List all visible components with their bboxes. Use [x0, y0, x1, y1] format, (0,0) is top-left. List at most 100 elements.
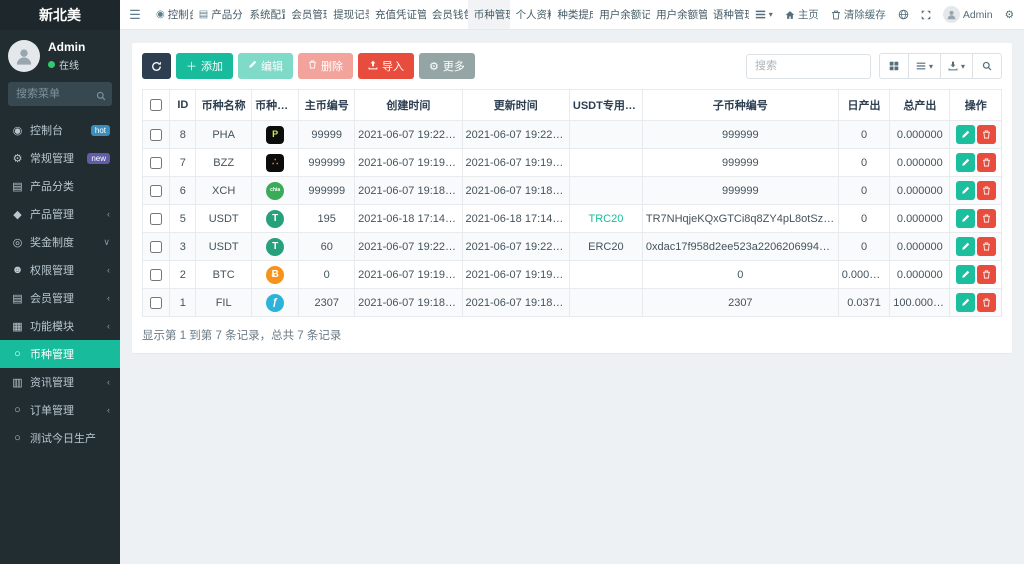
- row-delete-button[interactable]: [977, 265, 996, 284]
- row-checkbox[interactable]: [150, 157, 162, 169]
- usdt-type-cell[interactable]: TRC20: [569, 205, 642, 233]
- sidebar-item-console[interactable]: ◉控制台hot: [0, 116, 120, 144]
- created-time-cell: 2021-06-18 17:14:59: [355, 205, 462, 233]
- user-menu[interactable]: Admin: [937, 0, 999, 30]
- sidebar-item-product[interactable]: ◆产品管理‹: [0, 200, 120, 228]
- table-search-input[interactable]: [746, 54, 871, 79]
- column-header[interactable]: 子币种编号: [642, 90, 838, 121]
- updated-time-cell: 2021-06-07 19:22:25: [462, 121, 569, 149]
- row-edit-button[interactable]: [956, 209, 975, 228]
- row-checkbox[interactable]: [150, 213, 162, 225]
- columns-dropdown-button[interactable]: ▾: [908, 53, 941, 79]
- id-cell: 7: [170, 149, 196, 177]
- sidebar-item-news[interactable]: ▥资讯管理‹: [0, 368, 120, 396]
- row-delete-button[interactable]: [977, 153, 996, 172]
- sidebar-item-test-production[interactable]: ○测试今日生产: [0, 424, 120, 452]
- row-edit-button[interactable]: [956, 125, 975, 144]
- column-header[interactable]: USDT专用类型: [569, 90, 642, 121]
- toggle-view-button[interactable]: [879, 53, 909, 79]
- row-edit-button[interactable]: [956, 265, 975, 284]
- fullscreen-button[interactable]: [915, 0, 937, 30]
- nav-tab-withdraw-record[interactable]: 提现记录: [327, 0, 369, 29]
- nav-tab-recharge-voucher[interactable]: 充值凭证管理: [369, 0, 426, 29]
- row-edit-button[interactable]: [956, 237, 975, 256]
- total-output-cell: 0.000000: [890, 177, 950, 205]
- user-name: Admin: [48, 40, 85, 54]
- refresh-button[interactable]: [142, 53, 171, 79]
- column-header[interactable]: 操作: [950, 90, 1002, 121]
- updated-time-cell: 2021-06-07 19:22:25: [462, 233, 569, 261]
- table-options-group: ▾ ▾: [879, 53, 1002, 79]
- row-edit-button[interactable]: [956, 181, 975, 200]
- row-edit-button[interactable]: [956, 153, 975, 172]
- row-checkbox[interactable]: [150, 185, 162, 197]
- sidebar-item-member[interactable]: ▤会员管理‹: [0, 284, 120, 312]
- row-checkbox[interactable]: [150, 297, 162, 309]
- nav-tab-category-commission[interactable]: 种类提成: [551, 0, 593, 29]
- nav-tab-console[interactable]: ◉控制台: [150, 0, 193, 29]
- nav-tab-product-category[interactable]: ▤产品分类: [193, 0, 244, 29]
- column-header[interactable]: 日产出: [838, 90, 890, 121]
- column-header[interactable]: ID: [170, 90, 196, 121]
- usdt-type-value[interactable]: TRC20: [588, 213, 623, 225]
- row-edit-button[interactable]: [956, 293, 975, 312]
- nav-tab-system-config[interactable]: 系统配置: [243, 0, 285, 29]
- settings-button[interactable]: ⚙: [999, 0, 1020, 30]
- add-button[interactable]: ＋添加: [176, 53, 233, 79]
- sidebar-item-label: 币种管理: [30, 346, 110, 362]
- coin-name-cell: USDT: [196, 233, 252, 261]
- row-delete-button[interactable]: [977, 237, 996, 256]
- updated-time-cell: 2021-06-07 19:18:39: [462, 289, 569, 317]
- sidebar-item-general[interactable]: ⚙常规管理new: [0, 144, 120, 172]
- nav-tab-language[interactable]: 语种管理: [707, 0, 749, 29]
- top-navbar: ☰ ◉控制台▤产品分类系统配置会员管理提现记录充值凭证管理会员钱包币种管理个人资…: [120, 0, 1024, 30]
- row-checkbox[interactable]: [150, 241, 162, 253]
- column-header[interactable]: 币种名称: [196, 90, 252, 121]
- search-button[interactable]: [972, 53, 1002, 79]
- edit-button[interactable]: 编辑: [238, 53, 293, 79]
- nav-tab-user-balance[interactable]: 用户余额管理: [650, 0, 707, 29]
- sidebar-item-product-category[interactable]: ▤产品分类: [0, 172, 120, 200]
- nav-tab-member-wallet[interactable]: 会员钱包: [426, 0, 468, 29]
- total-output-cell: 100.000000: [890, 289, 950, 317]
- tabs-overflow-button[interactable]: ▾: [749, 0, 779, 30]
- table-body: 8PHAP999992021-06-07 19:22:252021-06-07 …: [143, 121, 1002, 317]
- row-checkbox[interactable]: [150, 129, 162, 141]
- export-dropdown-button[interactable]: ▾: [940, 53, 973, 79]
- language-button[interactable]: [892, 0, 915, 30]
- sidebar-item-permission[interactable]: ☻权限管理‹: [0, 256, 120, 284]
- clear-cache-link[interactable]: 清除缓存: [825, 0, 892, 30]
- row-checkbox[interactable]: [150, 269, 162, 281]
- nav-tab-label: 产品分类: [211, 7, 243, 22]
- import-button[interactable]: 导入: [358, 53, 414, 79]
- column-header[interactable]: 总产出: [890, 90, 950, 121]
- nav-tab-currency[interactable]: 币种管理: [468, 0, 510, 29]
- nav-tab-member[interactable]: 会员管理: [285, 0, 327, 29]
- column-header[interactable]: 主币编号: [299, 90, 355, 121]
- sub-coin-no-cell: 999999: [642, 149, 838, 177]
- hamburger-menu-icon[interactable]: ☰: [120, 0, 150, 29]
- row-delete-button[interactable]: [977, 125, 996, 144]
- sidebar-item-order[interactable]: ○订单管理‹: [0, 396, 120, 424]
- sidebar-item-bonus[interactable]: ◎奖金制度∨: [0, 228, 120, 256]
- nav-tab-user-balance-record[interactable]: 用户余额记录: [593, 0, 650, 29]
- trash-icon: [831, 10, 841, 20]
- row-delete-button[interactable]: [977, 209, 996, 228]
- toolbar-left: ＋添加 编辑 删除 导入 ⚙更多: [142, 53, 475, 79]
- row-delete-button[interactable]: [977, 293, 996, 312]
- column-header[interactable]: 币种图片: [252, 90, 299, 121]
- sidebar-item-currency[interactable]: ○币种管理: [0, 340, 120, 368]
- actions-cell: [950, 261, 1002, 289]
- row-delete-button[interactable]: [977, 181, 996, 200]
- id-cell: 5: [170, 205, 196, 233]
- delete-button[interactable]: 删除: [298, 53, 353, 79]
- nav-tab-label: 系统配置: [249, 7, 285, 22]
- list-icon: [755, 9, 766, 20]
- select-all-checkbox[interactable]: [150, 99, 162, 111]
- column-header[interactable]: 更新时间: [462, 90, 569, 121]
- more-button[interactable]: ⚙更多: [419, 53, 475, 79]
- nav-tab-profile[interactable]: 个人资料: [510, 0, 552, 29]
- sidebar-item-module[interactable]: ▦功能模块‹: [0, 312, 120, 340]
- column-header[interactable]: 创建时间: [355, 90, 462, 121]
- home-link[interactable]: 主页: [779, 0, 825, 30]
